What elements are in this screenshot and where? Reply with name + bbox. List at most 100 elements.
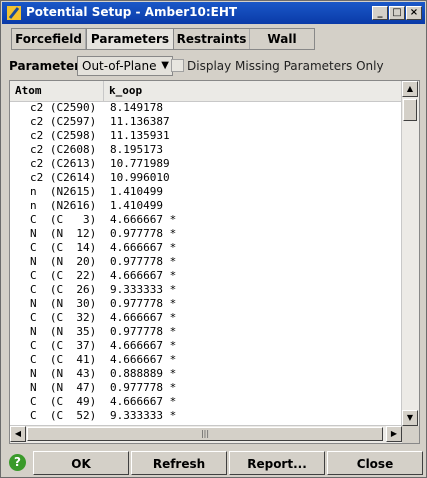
k-oop-cell: 8.195173: [110, 143, 163, 156]
k-oop-cell: 0.977778 *: [110, 255, 177, 268]
k-oop-cell: 4.666667 *: [110, 269, 177, 282]
k-oop-cell: 0.977778 *: [110, 227, 177, 240]
atom-cell: C (C 37): [30, 339, 97, 352]
missing-params-checkbox[interactable]: [171, 59, 184, 72]
table-row[interactable]: C (C 22) 4.666667 *: [10, 269, 402, 283]
table-row[interactable]: N (N 35) 0.977778 *: [10, 325, 402, 339]
table-row[interactable]: C (C 52) 9.333333 *: [10, 409, 402, 423]
k-oop-cell: 0.977778 *: [110, 381, 177, 394]
table-row[interactable]: C (C 14) 4.666667 *: [10, 241, 402, 255]
tab-bar: Forcefield Parameters Restraints Wall: [11, 28, 315, 50]
table-body: c2 (C2590) 8.149178 c2 (C2597) 11.136387 c2 …: [10, 101, 402, 426]
k-oop-cell: 1.410499: [110, 185, 163, 198]
atom-cell: C (C 41): [30, 353, 97, 366]
table-row[interactable]: N (N 47) 0.977778 *: [10, 381, 402, 395]
atom-cell: C (C 14): [30, 241, 97, 254]
report-button[interactable]: Report...: [229, 451, 325, 475]
column-header-k-oop[interactable]: k_oop: [104, 81, 402, 101]
atom-cell: c2 (C2597): [30, 115, 97, 128]
k-oop-cell: 4.666667 *: [110, 241, 177, 254]
scroll-down-icon[interactable]: ▼: [402, 410, 418, 426]
title-bar[interactable]: Potential Setup - Amber10:EHT _ □ ×: [2, 2, 425, 24]
k-oop-cell: 10.771989: [110, 157, 170, 170]
table-row[interactable]: N (N 30) 0.977778 *: [10, 297, 402, 311]
k-oop-cell: 4.666667 *: [110, 395, 177, 408]
k-oop-cell: 4.666667 *: [110, 311, 177, 324]
k-oop-cell: 11.136387: [110, 115, 170, 128]
atom-cell: c2 (C2590): [30, 101, 97, 114]
close-button[interactable]: Close: [327, 451, 423, 475]
table-row[interactable]: N (N 20) 0.977778 *: [10, 255, 402, 269]
atom-cell: C (C 52): [30, 409, 97, 422]
table-row[interactable]: C (C 32) 4.666667 *: [10, 311, 402, 325]
k-oop-cell: 4.666667 *: [110, 353, 177, 366]
table-row[interactable]: n (N2616) 1.410499: [10, 199, 402, 213]
atom-cell: c2 (C2614): [30, 171, 97, 184]
table-row[interactable]: N (N 43) 0.888889 *: [10, 367, 402, 381]
close-window-button[interactable]: ×: [406, 6, 422, 20]
vertical-scrollbar[interactable]: ▲ ▼: [401, 81, 419, 426]
atom-cell: N (N 20): [30, 255, 97, 268]
parameter-select[interactable]: Out-of-Plane ▼: [77, 56, 173, 76]
maximize-button[interactable]: □: [389, 6, 405, 20]
minimize-button[interactable]: _: [372, 6, 388, 20]
scroll-left-icon[interactable]: ◀: [10, 426, 26, 442]
vertical-scroll-thumb[interactable]: [403, 99, 417, 121]
horizontal-scrollbar[interactable]: ◀ ||| ▶: [10, 425, 402, 443]
column-header-atom[interactable]: Atom: [10, 81, 104, 101]
table-row[interactable]: C (C 37) 4.666667 *: [10, 339, 402, 353]
refresh-button[interactable]: Refresh: [131, 451, 227, 475]
parameter-table: Atom k_oop c2 (C2590) 8.149178 c2 (C2597) 1…: [9, 80, 420, 444]
table-row[interactable]: c2 (C2614) 10.996010: [10, 171, 402, 185]
k-oop-cell: 9.333333 *: [110, 409, 177, 422]
scroll-right-icon[interactable]: ▶: [386, 426, 402, 442]
k-oop-cell: 10.996010: [110, 171, 170, 184]
atom-cell: C (C 22): [30, 269, 97, 282]
chevron-down-icon: ▼: [161, 60, 169, 71]
table-row[interactable]: c2 (C2590) 8.149178: [10, 101, 402, 115]
tab-wall[interactable]: Wall: [250, 29, 314, 49]
table-row[interactable]: C (C 49) 4.666667 *: [10, 395, 402, 409]
table-row[interactable]: c2 (C2608) 8.195173: [10, 143, 402, 157]
atom-cell: c2 (C2613): [30, 157, 97, 170]
table-row[interactable]: C (C 26) 9.333333 *: [10, 283, 402, 297]
table-row[interactable]: n (N2615) 1.410499: [10, 185, 402, 199]
table-row[interactable]: C (C 41) 4.666667 *: [10, 353, 402, 367]
tab-forcefield[interactable]: Forcefield: [12, 29, 86, 49]
missing-params-label: Display Missing Parameters Only: [187, 59, 384, 73]
scroll-up-icon[interactable]: ▲: [402, 81, 418, 97]
k-oop-cell: 11.135931: [110, 129, 170, 142]
app-icon: [7, 6, 21, 20]
k-oop-cell: 9.333333 *: [110, 283, 177, 296]
atom-cell: N (N 35): [30, 325, 97, 338]
help-icon[interactable]: ?: [9, 454, 26, 471]
parameter-label: Parameter:: [9, 59, 85, 73]
atom-cell: C (C 32): [30, 311, 97, 324]
atom-cell: c2 (C2608): [30, 143, 97, 156]
k-oop-cell: 1.410499: [110, 199, 163, 212]
table-row[interactable]: N (N 12) 0.977778 *: [10, 227, 402, 241]
ok-button[interactable]: OK: [33, 451, 129, 475]
k-oop-cell: 8.149178: [110, 101, 163, 114]
k-oop-cell: 4.666667 *: [110, 213, 177, 226]
k-oop-cell: 0.888889 *: [110, 367, 177, 380]
parameter-select-value: Out-of-Plane: [82, 59, 157, 73]
tab-parameters[interactable]: Parameters: [86, 28, 174, 50]
k-oop-cell: 0.977778 *: [110, 297, 177, 310]
horizontal-scroll-thumb[interactable]: |||: [27, 427, 383, 441]
table-row[interactable]: c2 (C2597) 11.136387: [10, 115, 402, 129]
table-row[interactable]: C (C 3) 4.666667 *: [10, 213, 402, 227]
atom-cell: N (N 12): [30, 227, 97, 240]
potential-setup-window: Potential Setup - Amber10:EHT _ □ × Forc…: [0, 0, 427, 478]
button-bar: ? OK Refresh Report... Close: [1, 449, 426, 477]
atom-cell: c2 (C2598): [30, 129, 97, 142]
table-row[interactable]: c2 (C2613) 10.771989: [10, 157, 402, 171]
table-row[interactable]: c2 (C2598) 11.135931: [10, 129, 402, 143]
window-title: Potential Setup - Amber10:EHT: [26, 5, 238, 19]
atom-cell: C (C 26): [30, 283, 97, 296]
atom-cell: N (N 47): [30, 381, 97, 394]
tab-restraints[interactable]: Restraints: [174, 29, 250, 49]
atom-cell: n (N2615): [30, 185, 97, 198]
atom-cell: C (C 3): [30, 213, 97, 226]
k-oop-cell: 4.666667 *: [110, 339, 177, 352]
